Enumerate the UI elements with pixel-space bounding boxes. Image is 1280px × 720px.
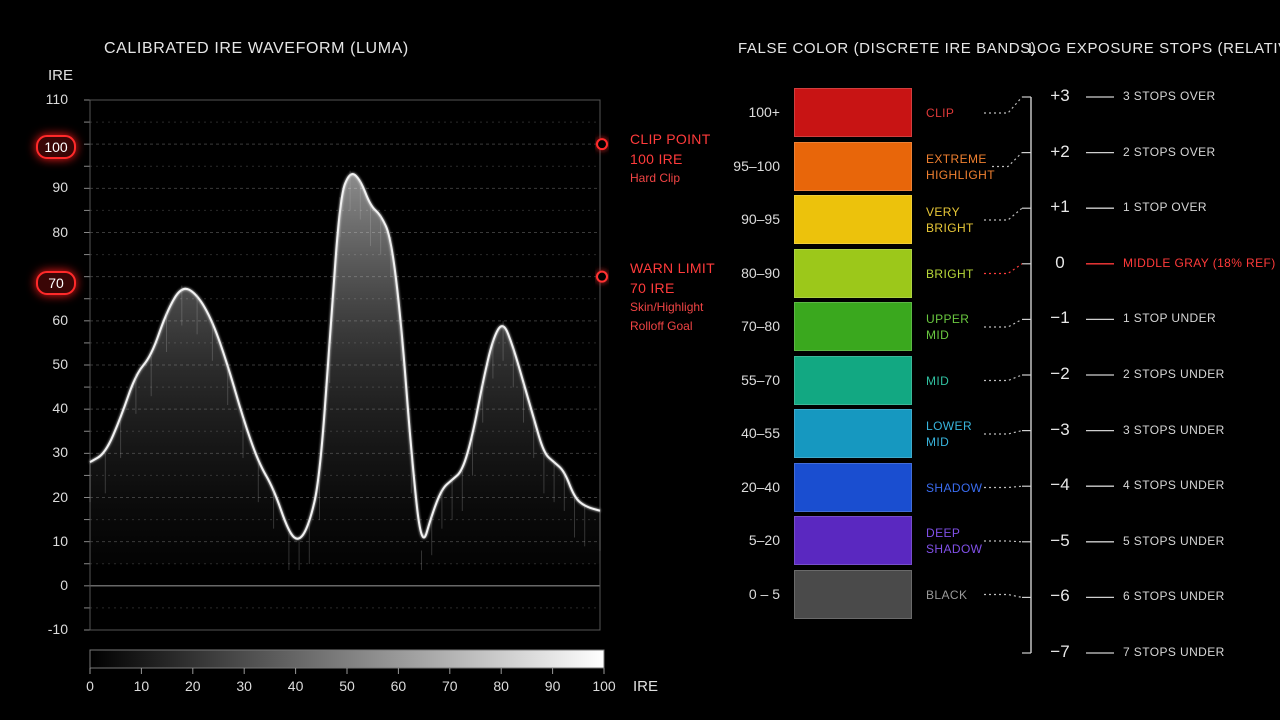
band-connector — [984, 96, 1023, 114]
band-name-line: SHADOW — [926, 542, 983, 556]
false-color-swatch — [794, 569, 912, 619]
stop-value: −3 — [1050, 419, 1070, 439]
stop-description: 6 STOPS UNDER — [1123, 589, 1225, 604]
band-range-label: 90–95 — [741, 211, 780, 227]
band-name-label: CLIP — [926, 105, 954, 121]
stop-value: −7 — [1050, 642, 1070, 661]
stop-value: +3 — [1050, 86, 1070, 105]
band-connector — [984, 263, 1023, 275]
band-connector — [984, 430, 1023, 435]
band-name-label: MID — [926, 373, 949, 389]
band-name-label: BRIGHT — [926, 266, 974, 282]
band-range-label: 40–55 — [741, 425, 780, 441]
false-color-swatch — [794, 355, 912, 405]
band-range-label: 95–100 — [733, 157, 780, 174]
luma-trace — [89, 170, 601, 570]
band-name-line: UPPER — [926, 312, 970, 326]
band-name-line: VERY — [926, 205, 961, 219]
stop-description: 1 STOP UNDER — [1123, 311, 1217, 326]
band-range-label: 100+ — [748, 104, 780, 120]
band-name-label: SHADOW — [926, 480, 982, 496]
stop-value: +2 — [1050, 141, 1070, 161]
false-color-swatch — [794, 248, 912, 298]
false-color-swatch — [794, 141, 912, 191]
band-name-line: MID — [926, 328, 950, 342]
band-name-line: MID — [926, 435, 950, 449]
band-name-line: BRIGHT — [926, 221, 974, 235]
band-name-line: DEEP — [926, 526, 961, 540]
band-connector — [984, 593, 1023, 598]
band-range-label: 0 – 5 — [748, 585, 780, 602]
stop-description: 3 STOPS UNDER — [1123, 422, 1225, 437]
band-name-line: HIGHLIGHT — [926, 167, 995, 182]
band-connector — [984, 485, 1023, 489]
stop-value: 0 — [1055, 252, 1065, 272]
stop-value: −5 — [1050, 530, 1070, 550]
stop-description: 1 STOP OVER — [1123, 200, 1207, 215]
false-color-swatch — [794, 409, 912, 458]
band-name-label: BLACK — [926, 587, 967, 603]
stop-value: +1 — [1050, 197, 1070, 217]
band-name-line: BLACK — [926, 587, 968, 602]
band-name-line: LOWER — [926, 419, 973, 433]
band-name-label: EXTREME HIGHLIGHT — [926, 151, 995, 183]
waveform-chart — [74, 96, 1114, 674]
false-color-swatch — [794, 88, 912, 137]
band-name-line: CLIP — [926, 106, 955, 120]
stop-description: 3 STOPS OVER — [1123, 89, 1216, 103]
stop-description: 4 STOPS UNDER — [1123, 478, 1225, 493]
band-range-label: 55–70 — [741, 371, 780, 388]
band-connector — [984, 540, 1023, 543]
band-name-label: LOWER MID — [926, 418, 972, 450]
band-range-label: 5–20 — [748, 532, 780, 548]
stop-description: 2 STOPS UNDER — [1123, 367, 1225, 381]
clip-marker — [596, 138, 608, 151]
stop-description: 2 STOPS OVER — [1123, 144, 1216, 159]
band-name-line: MID — [926, 373, 950, 388]
luma-gradient-ticks — [89, 668, 605, 674]
band-range-label: 20–40 — [741, 478, 780, 495]
luma-gradient-bar — [89, 649, 605, 669]
band-connector — [984, 318, 1023, 328]
band-name-label: VERY BRIGHT — [926, 204, 974, 236]
band-name-label: UPPER MID — [926, 311, 969, 343]
stop-description: 5 STOPS UNDER — [1123, 533, 1225, 548]
stop-value: −6 — [1050, 586, 1070, 606]
band-name-line: SHADOW — [926, 480, 983, 495]
band-name-label: DEEP SHADOW — [926, 525, 982, 557]
false-color-swatch — [794, 302, 912, 351]
band-name-line: EXTREME — [926, 151, 987, 166]
stop-value: −1 — [1050, 308, 1070, 328]
stop-description: MIDDLE GRAY (18% REF) — [1123, 255, 1276, 270]
stop-value: −2 — [1050, 364, 1070, 383]
band-connector — [984, 207, 1023, 221]
false-color-swatch — [794, 516, 912, 565]
stop-description: 7 STOPS UNDER — [1123, 645, 1225, 659]
warn-marker — [596, 270, 608, 283]
band-connector — [984, 374, 1023, 382]
band-range-label: 70–80 — [741, 318, 780, 334]
false-color-swatch — [794, 462, 912, 512]
false-color-swatch — [794, 195, 912, 244]
band-name-line: BRIGHT — [926, 266, 974, 281]
band-range-label: 80–90 — [741, 264, 780, 281]
stop-value: −4 — [1050, 475, 1070, 495]
band-connector — [992, 152, 1023, 168]
